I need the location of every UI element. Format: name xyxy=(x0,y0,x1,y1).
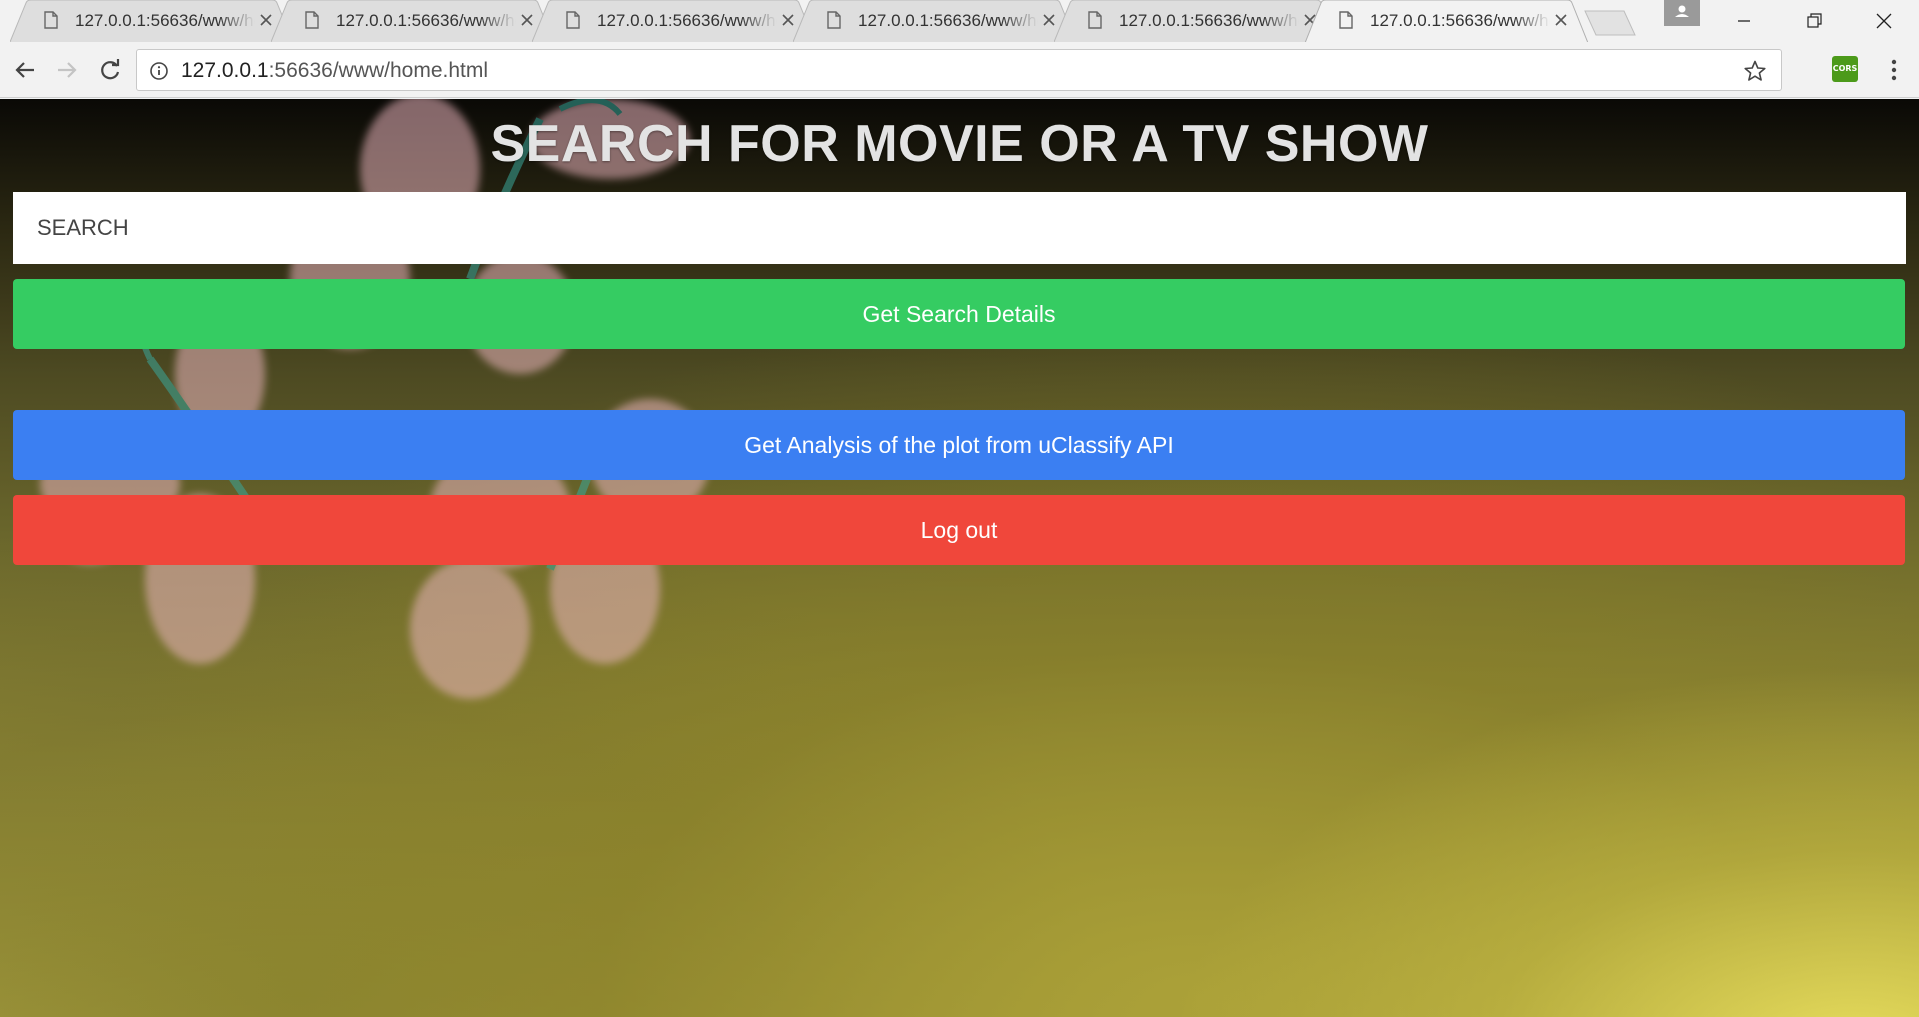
browser-toolbar: 127.0.0.1:56636/www/home.html CORS xyxy=(0,42,1919,98)
logout-button[interactable]: Log out xyxy=(13,495,1905,565)
browser-tab[interactable]: 127.0.0.1:56636/www/home.html xyxy=(532,0,815,42)
tab-title: 127.0.0.1:56636/www/home.html xyxy=(1119,11,1299,30)
page-icon xyxy=(566,11,580,29)
page-icon xyxy=(827,11,841,29)
search-input[interactable] xyxy=(13,192,1906,264)
address-host: 127.0.0.1 xyxy=(181,59,269,82)
browser-tab[interactable]: 127.0.0.1:56636/www/home.html xyxy=(10,0,293,42)
tab-strip: 127.0.0.1:56636/www/home.html 127.0.0.1:… xyxy=(0,0,1919,42)
address-path: :56636/www/home.html xyxy=(268,59,489,82)
back-arrow-icon[interactable] xyxy=(10,55,40,85)
page-icon xyxy=(44,11,58,29)
reload-icon[interactable] xyxy=(95,55,125,85)
get-search-details-button[interactable]: Get Search Details xyxy=(13,279,1905,349)
minimize-icon[interactable] xyxy=(1709,0,1779,42)
new-tab-button[interactable] xyxy=(1584,10,1636,36)
browser-tab[interactable]: 127.0.0.1:56636/www/home.html xyxy=(1054,0,1337,42)
get-analysis-button[interactable]: Get Analysis of the plot from uClassify … xyxy=(13,410,1905,480)
tab-title: 127.0.0.1:56636/www/home.html xyxy=(336,11,516,30)
cors-extension-button[interactable]: CORS xyxy=(1832,56,1858,82)
page-title: SEARCH FOR MOVIE OR A TV SHOW xyxy=(490,115,1429,173)
info-icon[interactable] xyxy=(149,61,169,81)
page-icon xyxy=(1088,11,1102,29)
close-icon[interactable] xyxy=(1551,10,1571,30)
profile-button[interactable] xyxy=(1664,0,1700,26)
page-icon xyxy=(1339,11,1353,29)
tab-title: 127.0.0.1:56636/www/home.html xyxy=(1370,11,1550,30)
restore-icon[interactable] xyxy=(1779,0,1849,42)
tab-title: 127.0.0.1:56636/www/home.html xyxy=(597,11,777,30)
butterfly-left xyxy=(40,304,265,664)
window-close-icon[interactable] xyxy=(1849,0,1919,42)
forward-arrow-icon[interactable] xyxy=(52,55,82,85)
page-viewport: SEARCH FOR MOVIE OR A TV SHOW Get Search… xyxy=(0,99,1919,1017)
more-vert-icon[interactable] xyxy=(1882,56,1906,84)
page-icon xyxy=(305,11,319,29)
address-bar[interactable]: 127.0.0.1:56636/www/home.html xyxy=(136,49,1782,91)
star-icon[interactable] xyxy=(1743,59,1767,83)
profile-icon xyxy=(1675,5,1689,17)
tab-title: 127.0.0.1:56636/www/home.html xyxy=(858,11,1038,30)
browser-tab[interactable]: 127.0.0.1:56636/www/home.html xyxy=(793,0,1076,42)
browser-tab-active[interactable]: 127.0.0.1:56636/www/home.html xyxy=(1305,0,1588,42)
tab-title: 127.0.0.1:56636/www/home.html xyxy=(75,11,255,30)
address-text[interactable]: 127.0.0.1:56636/www/home.html xyxy=(181,59,488,83)
browser-tab[interactable]: 127.0.0.1:56636/www/home.html xyxy=(271,0,554,42)
